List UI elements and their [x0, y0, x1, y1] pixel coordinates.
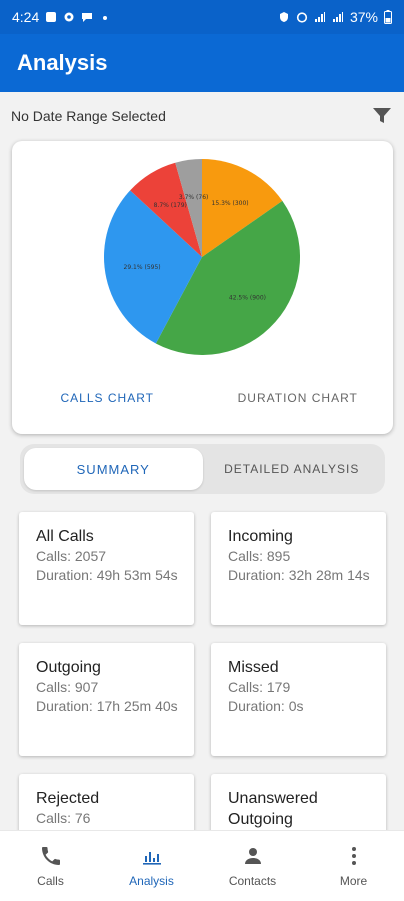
nav-contacts[interactable]: Contacts [202, 831, 303, 901]
pie-slice-label-3: 8.7% (179) [154, 202, 187, 209]
card-calls: Calls: 179 [228, 679, 291, 695]
chat-icon [82, 13, 93, 22]
card-incoming[interactable]: Incoming Calls: 895 Duration: 32h 28m 14… [211, 512, 386, 625]
alarm-icon [296, 12, 308, 23]
chart-card: 15.3% (300) 42.5% (900) 29.1% (595) 8.7% (1… [12, 141, 393, 434]
signal-icon-2 [332, 12, 343, 22]
nav-label: Calls [37, 874, 64, 888]
battery-icon [384, 10, 392, 24]
card-duration: Duration: 32h 28m 14s [228, 567, 370, 583]
page-title: Analysis [17, 50, 108, 75]
card-calls: Calls: 895 [228, 548, 291, 564]
status-bar: 4:24 37% [0, 0, 404, 34]
bar-chart-icon [142, 852, 161, 865]
summary-cards: All Calls Calls: 2057 Duration: 49h 53m … [0, 500, 404, 830]
card-outgoing[interactable]: Outgoing Calls: 907 Duration: 17h 25m 40… [19, 643, 194, 756]
nav-label: More [339, 874, 368, 888]
nav-label: Contacts [228, 874, 277, 888]
pie-chart: 15.3% (300) 42.5% (900) 29.1% (595) 8.7% (1… [103, 159, 300, 355]
card-title: All Calls [36, 528, 94, 545]
card-duration: Duration: 49h 53m 54s [36, 567, 178, 583]
bottom-nav: Calls Analysis Contacts More [0, 830, 404, 901]
card-title: Rejected [36, 790, 100, 807]
card-unanswered-outgoing[interactable]: Unanswered Outgoing [211, 774, 386, 830]
app-bar: Analysis [0, 34, 404, 92]
status-time: 4:24 [12, 9, 40, 25]
tab-duration-chart[interactable]: DURATION CHART [203, 383, 394, 413]
pie-slice-label-4: 3.7% (76) [179, 194, 208, 201]
pie-slice-label-2: 29.1% (595) [124, 264, 161, 271]
view-toggle: SUMMARY DETAILED ANALYSIS [20, 444, 385, 494]
shield-icon [279, 12, 288, 22]
date-range-label: No Date Range Selected [11, 108, 166, 124]
card-all-calls[interactable]: All Calls Calls: 2057 Duration: 49h 53m … [19, 512, 194, 625]
card-title: Outgoing [36, 659, 101, 676]
nav-analysis[interactable]: Analysis [101, 831, 202, 901]
card-rejected[interactable]: Rejected Calls: 76 [19, 774, 194, 830]
nav-more[interactable]: More [303, 831, 404, 901]
tab-detailed-analysis[interactable]: DETAILED ANALYSIS [203, 448, 382, 490]
card-duration: Duration: 17h 25m 40s [36, 698, 178, 714]
chart-tabs: CALLS CHART DURATION CHART [12, 383, 393, 413]
person-icon [244, 848, 261, 864]
card-calls: Calls: 2057 [36, 548, 107, 564]
card-calls: Calls: 907 [36, 679, 99, 695]
card-title: Missed [228, 659, 279, 676]
dot-icon [103, 16, 108, 20]
gallery-icon [46, 12, 57, 22]
card-missed[interactable]: Missed Calls: 179 Duration: 0s [211, 643, 386, 756]
settings-icon [64, 12, 74, 22]
card-duration: Duration: 0s [228, 698, 304, 714]
card-calls: Calls: 76 [36, 810, 91, 826]
signal-icon [314, 12, 325, 22]
tab-summary[interactable]: SUMMARY [24, 448, 203, 490]
battery-percent: 37% [349, 9, 378, 25]
tab-calls-chart[interactable]: CALLS CHART [12, 383, 203, 413]
nav-calls[interactable]: Calls [0, 831, 101, 901]
filter-icon[interactable] [372, 107, 392, 125]
phone-icon [41, 847, 60, 865]
more-vertical-icon [351, 847, 356, 865]
filter-row: No Date Range Selected [0, 96, 404, 136]
card-title: Incoming [228, 528, 293, 545]
pie-slice-label-1: 42.5% (900) [229, 294, 266, 301]
card-title: Unanswered Outgoing [228, 790, 318, 828]
nav-label: Analysis [129, 874, 174, 888]
pie-slice-label-0: 15.3% (300) [212, 200, 249, 207]
